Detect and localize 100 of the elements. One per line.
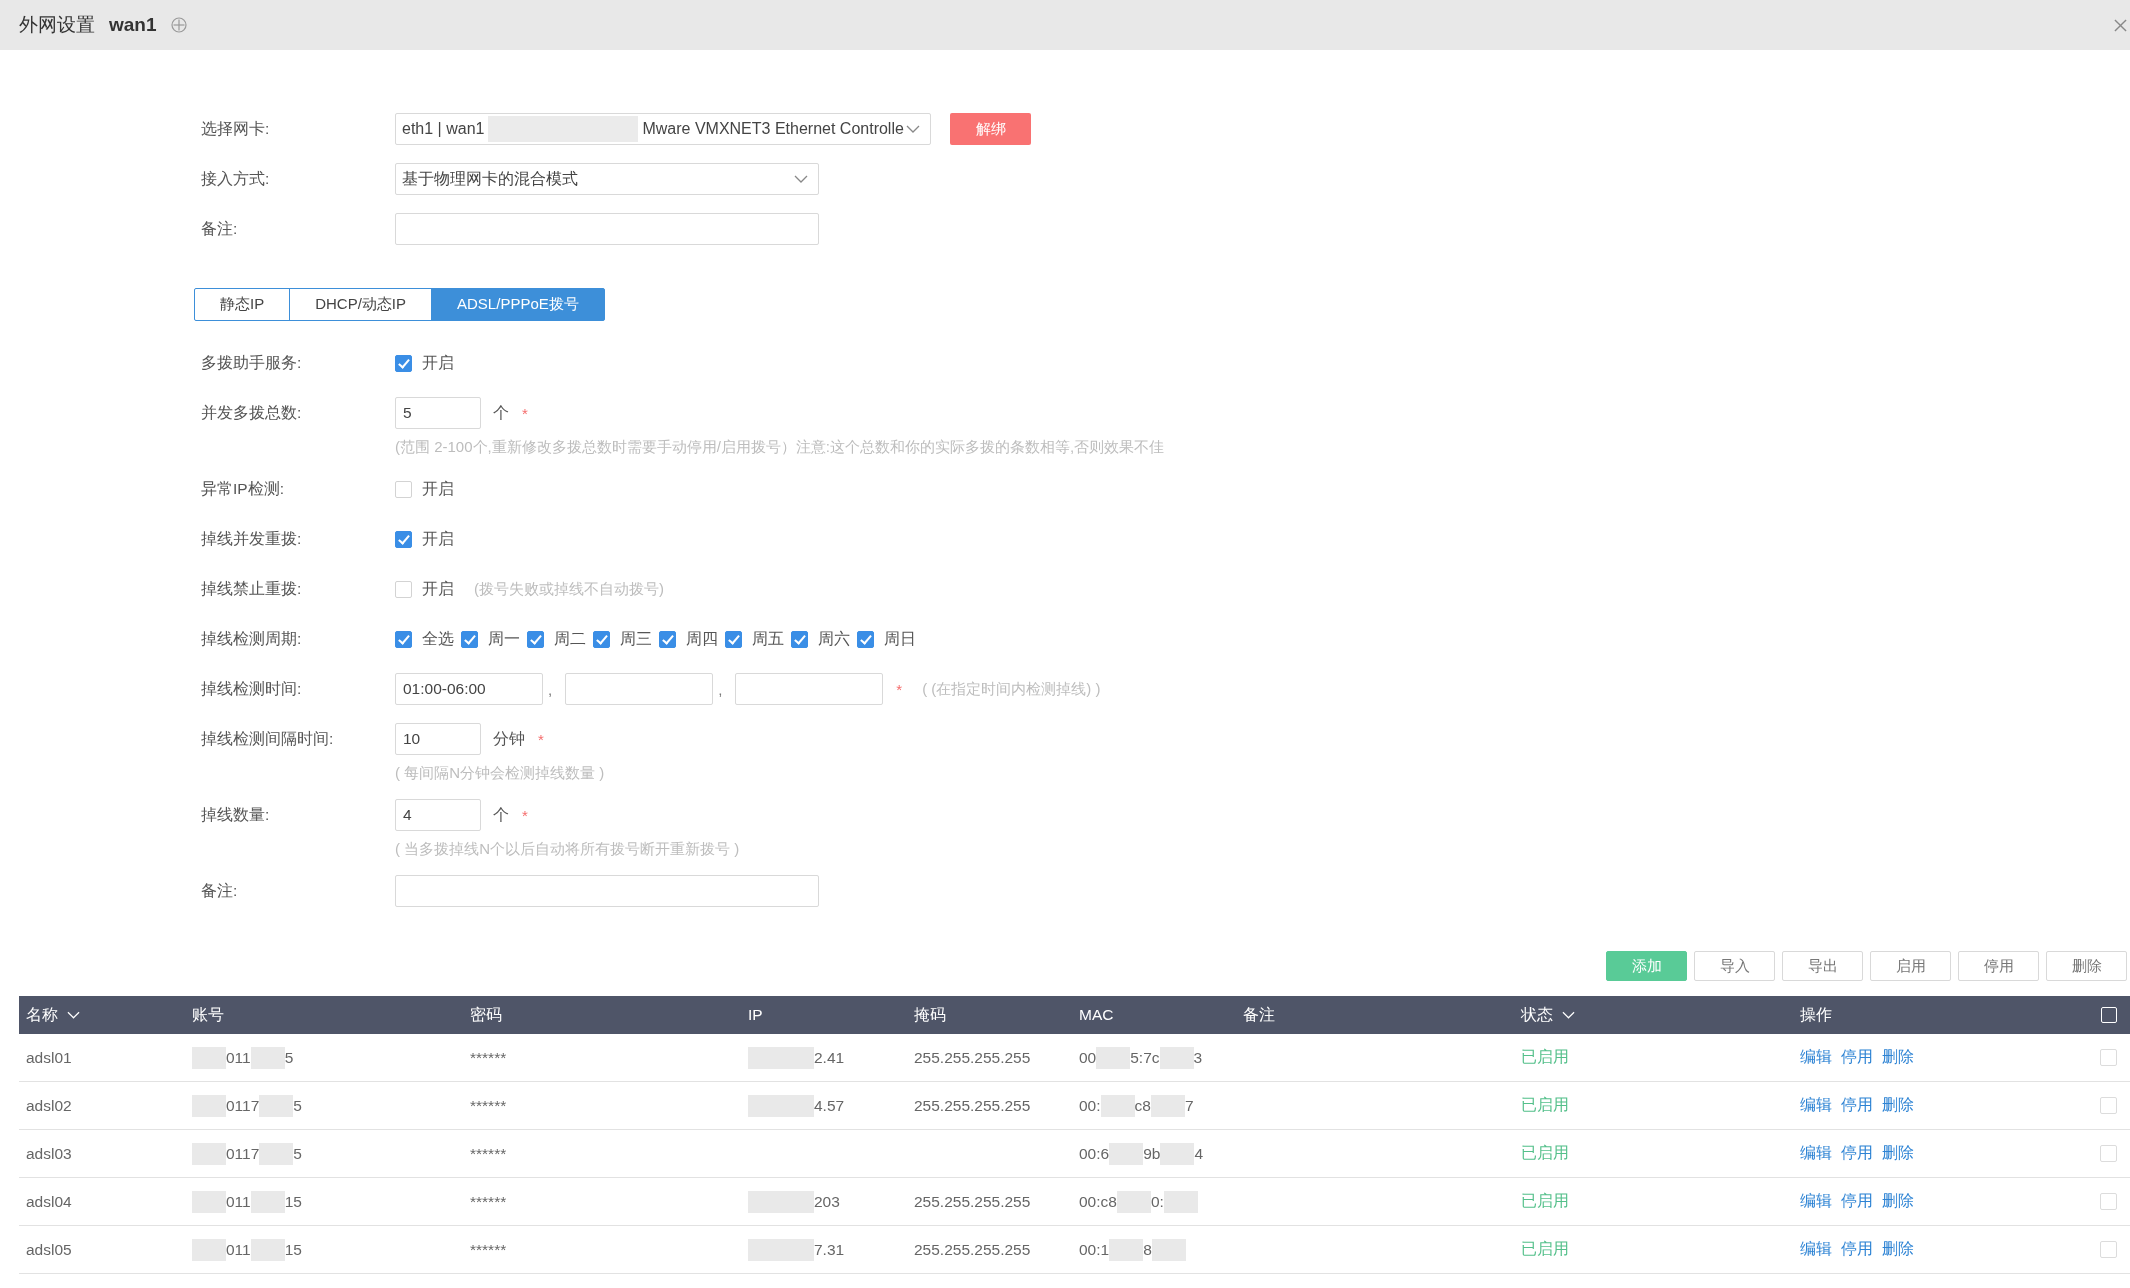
action-link[interactable]: 编辑 (1800, 1239, 1832, 1260)
table-cell: adsl02 (26, 1096, 72, 1115)
column-header[interactable]: 名称 (26, 1004, 80, 1026)
unit-label: 个 (493, 804, 509, 825)
status-text: 已启用 (1521, 1047, 1569, 1067)
unbind-button[interactable]: 解绑 (950, 113, 1031, 145)
field-label: 掉线并发重拨: (200, 528, 303, 549)
table-cell: 255.255.255.255 (914, 1192, 1031, 1211)
checkbox[interactable] (395, 630, 412, 648)
page-title: 外网设置 (19, 13, 95, 37)
input-field[interactable] (395, 875, 819, 907)
table-cell-text: 00:1 (1079, 1240, 1110, 1259)
required-mark: * (896, 680, 903, 698)
action-link[interactable]: 停用 (1841, 1143, 1873, 1164)
unit-label: 分钟 (493, 728, 525, 749)
hint-text: (范围 2-100个,重新修改多拨总数时需要手动停用/启用拨号）注意:这个总数和你的实际多拨的条数相等,否则效果不佳 (395, 438, 1165, 455)
action-link[interactable]: 编辑 (1800, 1191, 1832, 1212)
field-label: 掉线禁止重拨: (200, 578, 303, 599)
status-text: 已启用 (1521, 1095, 1569, 1115)
row-checkbox[interactable] (2100, 1193, 2117, 1210)
checkbox-label: 开启 (422, 528, 454, 549)
table-cell: adsl01 (26, 1048, 72, 1067)
chevron-down-icon[interactable] (67, 1011, 80, 1019)
action-link[interactable]: 编辑 (1800, 1143, 1832, 1164)
add-icon[interactable] (170, 17, 187, 33)
select-all-checkbox[interactable] (2101, 1007, 2117, 1023)
table-cell: adsl03 (26, 1144, 72, 1163)
table-cell-text: 5 (293, 1144, 302, 1163)
checkbox[interactable] (857, 630, 874, 648)
toolbar-button[interactable]: 导出 (1782, 951, 1863, 981)
number-field[interactable]: 10 (395, 723, 481, 755)
checkbox-label: 全选 (422, 628, 454, 649)
hint-text: ( 每间隔N分钟会检测掉线数量 ) (395, 764, 605, 781)
action-link[interactable]: 删除 (1882, 1095, 1914, 1116)
checkbox[interactable] (791, 630, 808, 648)
checkbox[interactable] (725, 630, 742, 648)
table-cell: ****** (470, 1240, 507, 1259)
time-field[interactable] (565, 673, 714, 705)
checkbox-label: 周五 (752, 628, 784, 649)
status-text: 已启用 (1521, 1239, 1569, 1259)
action-link[interactable]: 停用 (1841, 1047, 1873, 1068)
input-field[interactable] (395, 213, 819, 245)
required-mark: * (522, 404, 528, 422)
field-label: 掉线数量: (200, 804, 271, 825)
field-label: 备注: (200, 880, 239, 901)
checkbox[interactable] (527, 630, 544, 648)
select-field[interactable]: 基于物理网卡的混合模式 (395, 163, 819, 195)
action-link[interactable]: 编辑 (1800, 1095, 1832, 1116)
checkbox[interactable] (395, 354, 412, 372)
action-link[interactable]: 删除 (1882, 1191, 1914, 1212)
chevron-down-icon (794, 175, 808, 183)
row-checkbox[interactable] (2100, 1097, 2117, 1114)
field-label: 并发多拨总数: (200, 402, 303, 423)
number-field[interactable]: 4 (395, 799, 481, 831)
toolbar-button[interactable]: 停用 (1958, 951, 2039, 981)
checkbox[interactable] (593, 630, 610, 648)
tab[interactable]: DHCP/动态IP (289, 288, 433, 321)
toolbar-button[interactable]: 删除 (2046, 951, 2127, 981)
table-cell-text: c8 (1134, 1096, 1151, 1115)
row-checkbox[interactable] (2100, 1145, 2117, 1162)
select-field[interactable]: eth1 | wan1 Mware VMXNET3 Ethernet Controlle (395, 113, 931, 145)
time-field[interactable]: 01:00-06:00 (395, 673, 543, 705)
time-field[interactable] (735, 673, 884, 705)
separator: , (718, 680, 723, 698)
table-cell-text: 00: (1079, 1096, 1101, 1115)
table-cell-text: 011 (226, 1240, 251, 1259)
chevron-down-icon[interactable] (1562, 1011, 1575, 1019)
table-cell-text: 5 (284, 1048, 294, 1067)
table-cell-text: 7.31 (814, 1240, 845, 1259)
action-link[interactable]: 删除 (1882, 1047, 1914, 1068)
checkbox[interactable] (659, 630, 676, 648)
field-label: 多拨助手服务: (200, 352, 303, 373)
action-link[interactable]: 停用 (1841, 1095, 1873, 1116)
close-icon[interactable] (2114, 18, 2127, 32)
column-header[interactable]: 状态 (1521, 1004, 1575, 1026)
row-checkbox[interactable] (2100, 1241, 2117, 1258)
checkbox[interactable] (461, 630, 478, 648)
field-label: 掉线检测时间: (200, 678, 303, 699)
checkbox-label: 周一 (488, 628, 520, 649)
row-checkbox[interactable] (2100, 1049, 2117, 1066)
number-field[interactable]: 5 (395, 397, 481, 429)
column-header: 密码 (470, 1004, 502, 1025)
checkbox[interactable] (395, 530, 412, 548)
action-link[interactable]: 删除 (1882, 1143, 1914, 1164)
table-cell-text: 011 (226, 1192, 251, 1211)
toolbar-button[interactable]: 导入 (1694, 951, 1775, 981)
tab[interactable]: ADSL/PPPoE拨号 (431, 288, 605, 321)
action-link[interactable]: 删除 (1882, 1239, 1914, 1260)
column-header: 操作 (1800, 1004, 1832, 1025)
table-cell-text: 011 (226, 1048, 251, 1067)
tab[interactable]: 静态IP (194, 288, 291, 321)
action-link[interactable]: 停用 (1841, 1239, 1873, 1260)
action-link[interactable]: 停用 (1841, 1191, 1873, 1212)
hint-text: ( (在指定时间内检测掉线) ) (922, 679, 1101, 699)
table-cell: ****** (470, 1144, 507, 1163)
toolbar-button[interactable]: 启用 (1870, 951, 1951, 981)
action-link[interactable]: 编辑 (1800, 1047, 1832, 1068)
field-label: 接入方式: (200, 168, 271, 189)
checkbox-label: 开启 (422, 478, 454, 499)
field-label: 掉线检测间隔时间: (200, 728, 335, 749)
